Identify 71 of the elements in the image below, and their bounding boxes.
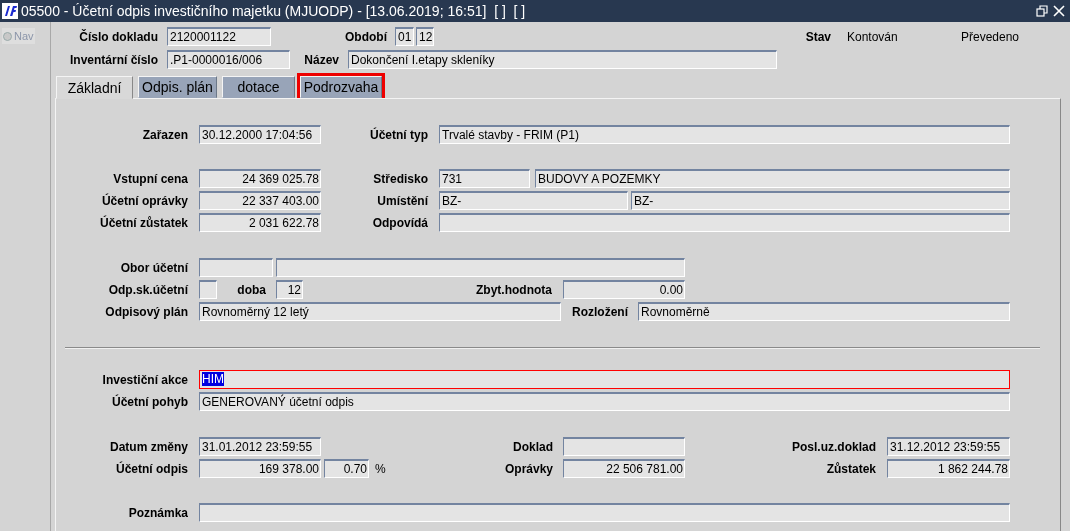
field-label: Stav (805, 29, 831, 44)
text-field[interactable]: 24 369 025.78 (199, 169, 321, 188)
empty-field[interactable] (276, 258, 685, 277)
text-field[interactable]: 731 (439, 169, 530, 188)
text-field[interactable]: 0.70 (324, 459, 369, 478)
text-field[interactable]: 1 862 244.78 (887, 459, 1010, 478)
field-label: Účetní pohyb (112, 394, 188, 409)
field-label: Vstupní cena (113, 171, 188, 186)
text-field[interactable]: 22 337 403.00 (199, 191, 321, 210)
field-label: Oprávky (504, 461, 553, 476)
tab[interactable]: Základní (56, 76, 133, 99)
text-field[interactable]: 22 506 781.00 (563, 459, 685, 478)
field-label: Zbyt.hodnota (476, 282, 552, 297)
close-icon[interactable] (1053, 5, 1065, 17)
text-field[interactable]: 01 (395, 27, 414, 46)
text-field[interactable]: 30.12.2000 17:04:56 (199, 125, 321, 144)
field-label: Datum změny (109, 439, 188, 454)
empty-field[interactable] (199, 280, 217, 299)
text-field[interactable]: 12 (276, 280, 303, 299)
text-field[interactable]: .P1-0000016/006 (167, 50, 290, 69)
field-label: Číslo dokladu (79, 29, 158, 44)
field-label: Název (304, 52, 339, 67)
field-label: Umístění (377, 193, 428, 208)
text-field[interactable]: 2120001122 (167, 27, 271, 46)
field-label: Středisko (373, 171, 428, 186)
text-field[interactable]: 0.00 (563, 280, 685, 299)
status-text: Kontován (847, 29, 898, 44)
text-field[interactable]: BZ- (439, 191, 628, 210)
field-label: Posl.uz.doklad (792, 439, 876, 454)
empty-field[interactable] (199, 503, 1010, 522)
text-field[interactable]: Trvalé stavby - FRIM (P1) (439, 125, 1010, 144)
field-label: Účetní odpis (116, 461, 188, 476)
field-label: Investiční akce (102, 372, 188, 387)
text-field[interactable]: Rovnoměrně (638, 302, 1010, 321)
text-field[interactable]: Rovnoměrný 12 letý (199, 302, 561, 321)
window-title: 05500 - Účetní odpis investičního majetku (MJUODP) - [13.06.2019; 16:51] [ ] [ ] (21, 3, 527, 19)
field-label: Doklad (513, 439, 553, 454)
field-label: Inventární číslo (69, 52, 158, 67)
field-label: Zůstatek (826, 461, 876, 476)
text-field[interactable]: GENEROVANÝ účetní odpis (199, 392, 1010, 411)
text-field[interactable]: BUDOVY A POZEMKY (535, 169, 1010, 188)
field-label: Odpovídá (372, 215, 428, 230)
text-field[interactable]: 31.01.2012 23:59:55 (199, 437, 321, 456)
field-label: Zařazen (142, 127, 188, 142)
text-field[interactable]: BZ- (631, 191, 1010, 210)
empty-field[interactable] (439, 213, 1010, 232)
text-field[interactable]: 169 378.00 (199, 459, 321, 478)
status-text: Převedeno (961, 29, 1020, 44)
field-label: doba (237, 282, 266, 297)
field-label: Obor účetní (120, 260, 188, 275)
field-label: Účetní zůstatek (99, 215, 188, 230)
text-field[interactable]: Dokončení I.etapy skleníky (348, 50, 777, 69)
tab[interactable]: Odpis. plán (138, 76, 217, 98)
field-label: Odpisový plán (105, 304, 188, 319)
text-field[interactable]: HIM (199, 370, 1010, 389)
tab[interactable]: dotace (222, 76, 295, 98)
field-label: Rozložení (572, 304, 628, 319)
text-field[interactable]: 2 031 622.78 (199, 213, 321, 232)
tab[interactable]: Podrozvaha (300, 76, 382, 98)
field-label: Účetní oprávky (101, 193, 188, 208)
field-label: Poznámka (128, 505, 188, 520)
field-label: Účetní typ (370, 127, 428, 142)
field-label: Odp.sk.účetní (108, 282, 188, 297)
app-icon (2, 3, 18, 19)
restore-icon[interactable] (1036, 5, 1048, 17)
empty-field[interactable] (563, 437, 685, 456)
status-text: % (375, 461, 386, 476)
text-field[interactable]: 12 (416, 27, 434, 46)
field-label: Období (345, 29, 387, 44)
empty-field[interactable] (199, 258, 273, 277)
text-field[interactable]: 31.12.2012 23:59:55 (887, 437, 1010, 456)
